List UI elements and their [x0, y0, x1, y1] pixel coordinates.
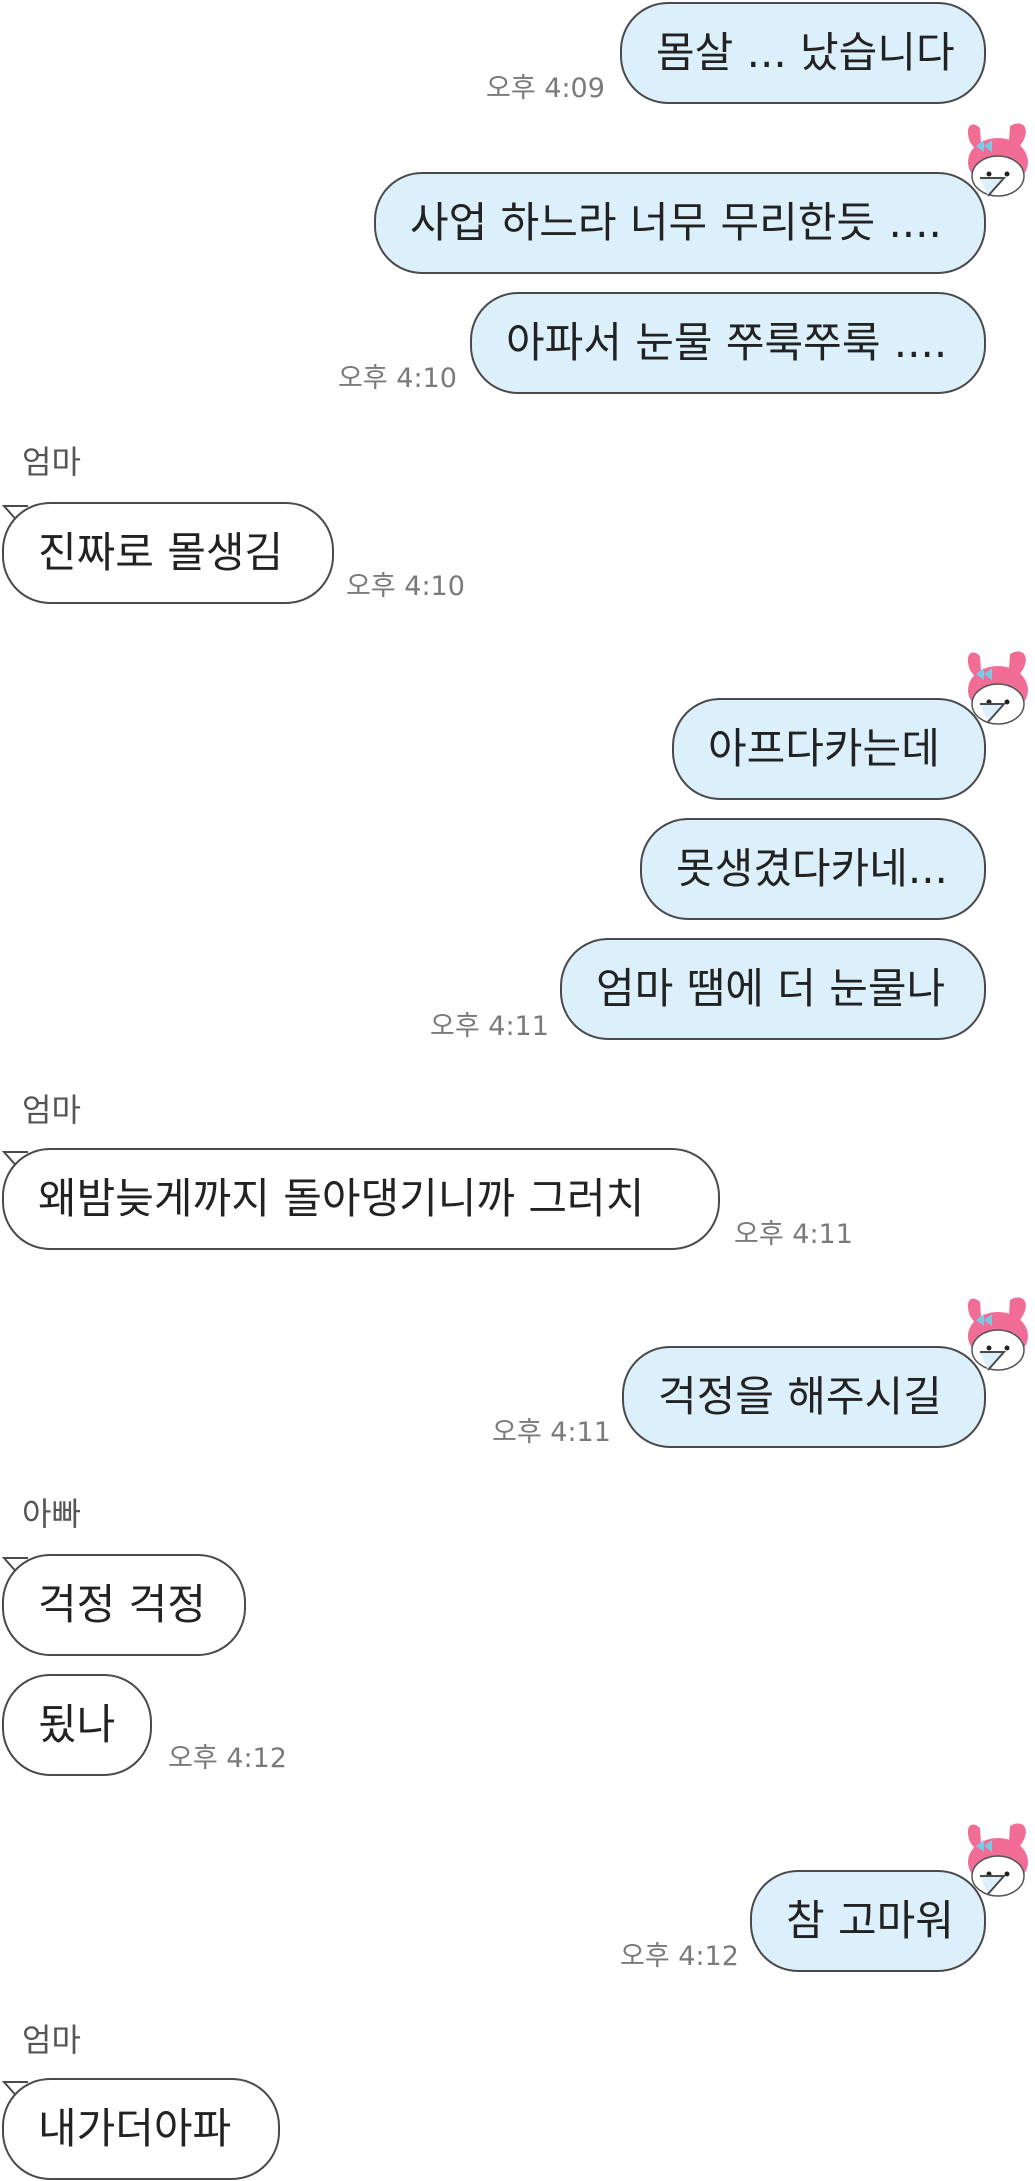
- incoming-message-bubble[interactable]: 됬나: [2, 1674, 152, 1776]
- outgoing-message-bubble[interactable]: 아프다카는데: [672, 698, 986, 800]
- outgoing-message-bubble[interactable]: 몸살 ... 났습니다: [620, 2, 986, 104]
- message-timestamp: 오후 4:10: [338, 363, 457, 394]
- outgoing-message-bubble[interactable]: 못생겼다카네...: [640, 818, 986, 920]
- message-timestamp: 오후 4:12: [620, 1941, 739, 1972]
- outgoing-message-bubble[interactable]: 걱정을 해주시길: [622, 1346, 986, 1448]
- message-timestamp: 오후 4:11: [430, 1011, 549, 1042]
- message-timestamp: 오후 4:09: [486, 73, 605, 104]
- bubble-tail: [980, 1875, 1006, 1895]
- incoming-message-bubble[interactable]: 걱정 걱정: [2, 1554, 246, 1656]
- bubble-tail: [980, 1351, 1006, 1371]
- bubble-tail: [980, 177, 1006, 197]
- message-timestamp: 오후 4:12: [168, 1743, 287, 1774]
- incoming-message-bubble[interactable]: 왜밤늦게까지 돌아댕기니까 그러치: [2, 1148, 720, 1250]
- sender-name: 엄마: [22, 1091, 81, 1129]
- bubble-tail: [980, 703, 1006, 723]
- outgoing-message-bubble[interactable]: 참 고마워: [750, 1870, 986, 1972]
- incoming-message-bubble[interactable]: 내가더아파: [2, 2078, 280, 2180]
- outgoing-message-bubble[interactable]: 사업 하느라 너무 무리한듯 ....: [374, 172, 986, 274]
- message-timestamp: 오후 4:11: [734, 1219, 853, 1250]
- incoming-message-bubble[interactable]: 진짜로 몰생김: [2, 502, 334, 604]
- message-timestamp: 오후 4:10: [346, 571, 465, 602]
- message-timestamp: 오후 4:11: [492, 1417, 611, 1448]
- sender-name: 엄마: [22, 443, 81, 481]
- outgoing-message-bubble[interactable]: 엄마 땜에 더 눈물나: [560, 938, 986, 1040]
- outgoing-message-bubble[interactable]: 아파서 눈물 쭈룩쭈룩 ....: [470, 292, 986, 394]
- sender-name: 아빠: [22, 1495, 81, 1533]
- sender-name: 엄마: [22, 2021, 81, 2059]
